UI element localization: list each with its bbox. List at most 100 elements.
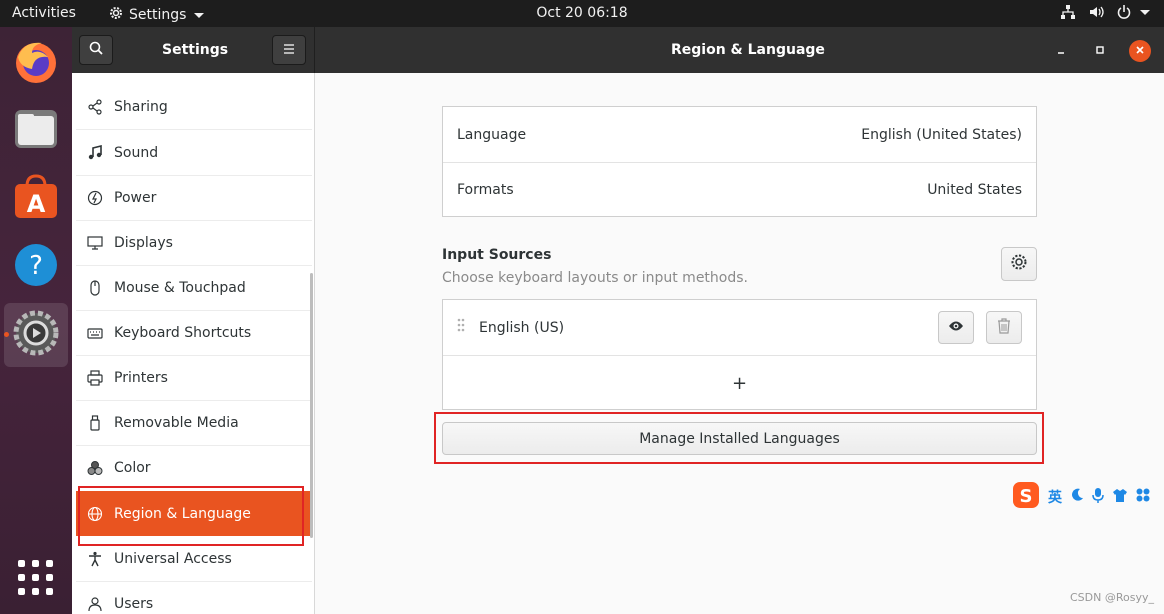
sidebar-item-label: Color — [114, 459, 151, 476]
sidebar-item-label: Power — [114, 189, 157, 206]
minimize-icon — [1056, 43, 1066, 59]
remove-source-button[interactable] — [986, 311, 1022, 344]
sidebar-item-label: Displays — [114, 234, 173, 251]
sidebar-item-printers[interactable]: Printers — [76, 355, 312, 400]
settings-gear-icon — [13, 310, 59, 360]
region-frame: Language English (United States) Formats… — [442, 106, 1037, 217]
files-launcher[interactable] — [4, 99, 68, 163]
input-sources-subtitle: Choose keyboard layouts or input methods… — [442, 270, 748, 286]
show-applications-button[interactable] — [18, 560, 54, 596]
sidebar-item-label: Sharing — [114, 98, 168, 115]
sidebar-item-sound[interactable]: Sound — [76, 130, 312, 175]
sidebar-item-removable-media[interactable]: Removable Media — [76, 400, 312, 445]
sidebar: Sharing Sound Power Displays Mouse & Tou… — [72, 73, 315, 614]
add-icon: + — [731, 372, 748, 394]
sidebar-item-mouse-touchpad[interactable]: Mouse & Touchpad — [76, 265, 312, 310]
language-value: English (United States) — [861, 126, 1022, 143]
close-icon — [1135, 43, 1145, 59]
sidebar-item-label: Users — [114, 595, 154, 612]
microphone-icon[interactable] — [1092, 487, 1104, 507]
power-icon — [86, 189, 104, 207]
toolbox-icon[interactable] — [1136, 488, 1150, 506]
sidebar-title: Settings — [162, 42, 229, 58]
accessibility-icon — [86, 550, 104, 568]
watermark: CSDN @Rosyy_ — [1070, 591, 1154, 604]
display-icon — [86, 234, 104, 252]
sidebar-item-color[interactable]: Color — [76, 445, 312, 490]
activities-button[interactable]: Activities — [12, 5, 76, 21]
software-launcher[interactable]: A — [4, 167, 68, 231]
add-input-source-button[interactable]: + — [443, 356, 1036, 410]
svg-text:A: A — [27, 190, 46, 218]
close-button[interactable] — [1129, 40, 1151, 62]
clock[interactable]: Oct 20 06:18 — [536, 5, 627, 21]
usb-icon — [86, 414, 104, 432]
gear-icon — [1010, 253, 1028, 275]
shirt-icon[interactable] — [1112, 488, 1128, 506]
ime-mode-indicator[interactable]: 英 — [1048, 487, 1062, 507]
input-sources-list: English (US) + — [442, 299, 1037, 410]
formats-row[interactable]: Formats United States — [443, 163, 1036, 217]
page-title: Region & Language — [671, 42, 825, 58]
sogou-logo-icon: S — [1012, 481, 1040, 513]
share-icon — [86, 98, 104, 116]
sidebar-item-label: Mouse & Touchpad — [114, 279, 246, 296]
top-bar: Activities Settings Oct 20 06:18 — [0, 0, 1164, 27]
sidebar-item-label: Removable Media — [114, 414, 239, 431]
sidebar-item-power[interactable]: Power — [76, 175, 312, 220]
language-row[interactable]: Language English (United States) — [443, 107, 1036, 162]
users-icon — [86, 595, 104, 613]
input-source-label: English (US) — [479, 319, 565, 336]
running-indicator — [4, 332, 9, 337]
sidebar-item-sharing[interactable]: Sharing — [76, 84, 312, 129]
volume-icon[interactable] — [1088, 4, 1104, 20]
input-sources-title: Input Sources — [442, 247, 552, 263]
maximize-button[interactable] — [1089, 40, 1111, 62]
input-sources-options-button[interactable] — [1001, 247, 1037, 281]
hamburger-icon — [283, 42, 295, 58]
sidebar-item-label: Keyboard Shortcuts — [114, 324, 252, 341]
maximize-icon — [1095, 43, 1105, 59]
firefox-launcher[interactable] — [4, 31, 68, 95]
ime-toolbar[interactable]: S 英 — [1012, 481, 1150, 513]
moon-icon[interactable] — [1070, 488, 1084, 506]
drag-handle-icon[interactable] — [457, 318, 465, 338]
app-menu[interactable]: Settings — [108, 5, 205, 25]
keyboard-icon — [86, 324, 104, 342]
annotation-highlight-region — [78, 486, 304, 546]
formats-value: United States — [927, 182, 1022, 198]
help-icon: ? — [13, 242, 59, 292]
sidebar-item-label: Universal Access — [114, 550, 232, 567]
svg-text:S: S — [1020, 486, 1033, 507]
sidebar-item-label: Sound — [114, 144, 159, 161]
chevron-down-icon — [194, 12, 205, 18]
settings-launcher[interactable] — [4, 303, 68, 367]
sidebar-item-label: Printers — [114, 369, 168, 386]
svg-text:?: ? — [29, 251, 43, 281]
eye-icon — [948, 320, 964, 336]
app-menu-label: Settings — [129, 7, 187, 23]
menu-button[interactable] — [272, 35, 306, 65]
dock: A ? — [0, 27, 72, 614]
color-icon — [86, 459, 104, 477]
power-menu-icon[interactable] — [1116, 4, 1150, 20]
help-launcher[interactable]: ? — [4, 235, 68, 299]
trash-icon — [997, 317, 1011, 338]
sidebar-item-users[interactable]: Users — [76, 581, 312, 614]
region-language-panel: Language English (United States) Formats… — [316, 73, 1164, 614]
sidebar-item-displays[interactable]: Displays — [76, 220, 312, 265]
gear-icon — [108, 5, 124, 25]
search-button[interactable] — [79, 35, 113, 65]
files-icon — [13, 106, 59, 156]
chevron-down-icon — [1140, 9, 1150, 15]
language-label: Language — [457, 126, 527, 143]
system-tray[interactable] — [1060, 4, 1150, 20]
preview-layout-button[interactable] — [938, 311, 974, 344]
sidebar-scrollbar[interactable] — [310, 273, 313, 538]
network-icon[interactable] — [1060, 4, 1076, 20]
printer-icon — [86, 369, 104, 387]
sidebar-item-keyboard-shortcuts[interactable]: Keyboard Shortcuts — [76, 310, 312, 355]
minimize-button[interactable] — [1050, 40, 1072, 62]
firefox-icon — [12, 37, 60, 89]
search-icon — [89, 41, 103, 59]
